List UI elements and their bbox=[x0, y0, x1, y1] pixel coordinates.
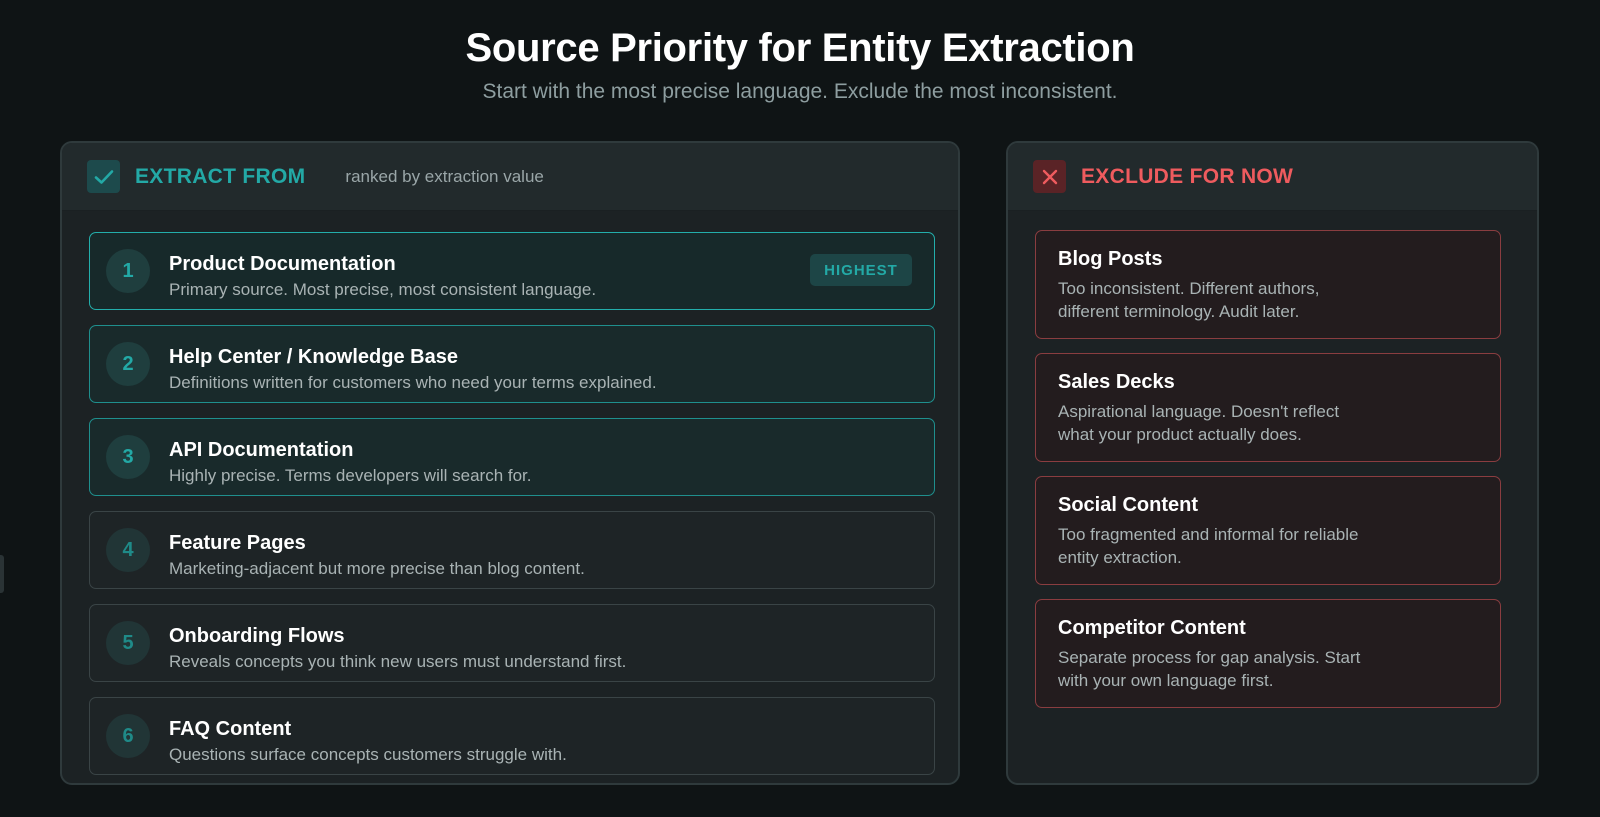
item-description: Questions surface concepts customers str… bbox=[169, 745, 567, 764]
page: Source Priority for Entity Extraction St… bbox=[0, 0, 1600, 817]
item-title: Competitor Content bbox=[1058, 617, 1246, 639]
list-item: Blog Posts Too inconsistent. Different a… bbox=[1035, 230, 1501, 339]
list-item: 1 Product Documentation Primary source. … bbox=[89, 232, 935, 310]
item-title: Social Content bbox=[1058, 494, 1199, 516]
list-item: 4 Feature Pages Marketing-adjacent but m… bbox=[89, 511, 935, 589]
list-item: Social Content Too fragmented and inform… bbox=[1035, 476, 1501, 585]
list-item: Sales Decks Aspirational language. Doesn… bbox=[1035, 353, 1501, 462]
item-title: FAQ Content bbox=[169, 718, 292, 740]
item-title: Feature Pages bbox=[169, 532, 306, 554]
item-description: Aspirational language. Doesn't reflect w… bbox=[1058, 402, 1340, 444]
item-description: Primary source. Most precise, most consi… bbox=[169, 280, 597, 299]
rank-number: 1 bbox=[106, 249, 150, 293]
list-item: Competitor Content Separate process for … bbox=[1035, 599, 1501, 708]
list-item: 6 FAQ Content Questions surface concepts… bbox=[89, 697, 935, 775]
side-handle[interactable] bbox=[0, 555, 4, 593]
item-title: API Documentation bbox=[169, 439, 354, 461]
item-title: Product Documentation bbox=[169, 253, 396, 275]
rank-number: 5 bbox=[106, 621, 150, 665]
item-description: Definitions written for customers who ne… bbox=[169, 373, 657, 392]
exclude-panel-header: EXCLUDE FOR NOW bbox=[1008, 143, 1537, 211]
rank-number: 2 bbox=[106, 342, 150, 386]
item-title: Blog Posts bbox=[1058, 248, 1163, 270]
item-description: Marketing-adjacent but more precise than… bbox=[169, 559, 585, 578]
item-description: Too fragmented and informal for reliable… bbox=[1058, 525, 1359, 567]
item-description: Too inconsistent. Different authors, dif… bbox=[1058, 279, 1320, 321]
extract-panel-title: EXTRACT FROM bbox=[135, 164, 306, 188]
rank-number: 3 bbox=[106, 435, 150, 479]
extract-panel: EXTRACT FROM ranked by extraction value … bbox=[60, 141, 960, 785]
exclude-panel-title: EXCLUDE FOR NOW bbox=[1081, 164, 1294, 188]
item-title: Sales Decks bbox=[1058, 371, 1175, 393]
check-icon bbox=[87, 160, 120, 193]
page-title: Source Priority for Entity Extraction bbox=[465, 26, 1135, 70]
exclude-list: Blog Posts Too inconsistent. Different a… bbox=[1035, 230, 1501, 722]
item-title: Onboarding Flows bbox=[169, 625, 345, 647]
extract-panel-header: EXTRACT FROM ranked by extraction value bbox=[62, 143, 958, 211]
item-description: Reveals concepts you think new users mus… bbox=[169, 652, 627, 671]
item-description: Separate process for gap analysis. Start… bbox=[1058, 648, 1361, 690]
cross-icon bbox=[1033, 160, 1066, 193]
exclude-panel: EXCLUDE FOR NOW Blog Posts Too inconsist… bbox=[1006, 141, 1539, 785]
rank-number: 4 bbox=[106, 528, 150, 572]
page-subtitle: Start with the most precise language. Ex… bbox=[482, 80, 1118, 103]
extract-panel-note: ranked by extraction value bbox=[345, 166, 544, 186]
extract-list: 1 Product Documentation Primary source. … bbox=[89, 232, 935, 783]
list-item: 2 Help Center / Knowledge Base Definitio… bbox=[89, 325, 935, 403]
list-item: 3 API Documentation Highly precise. Term… bbox=[89, 418, 935, 496]
rank-number: 6 bbox=[106, 714, 150, 758]
item-description: Highly precise. Terms developers will se… bbox=[169, 466, 532, 485]
item-title: Help Center / Knowledge Base bbox=[169, 346, 458, 368]
highest-badge: HIGHEST bbox=[810, 254, 912, 286]
list-item: 5 Onboarding Flows Reveals concepts you … bbox=[89, 604, 935, 682]
